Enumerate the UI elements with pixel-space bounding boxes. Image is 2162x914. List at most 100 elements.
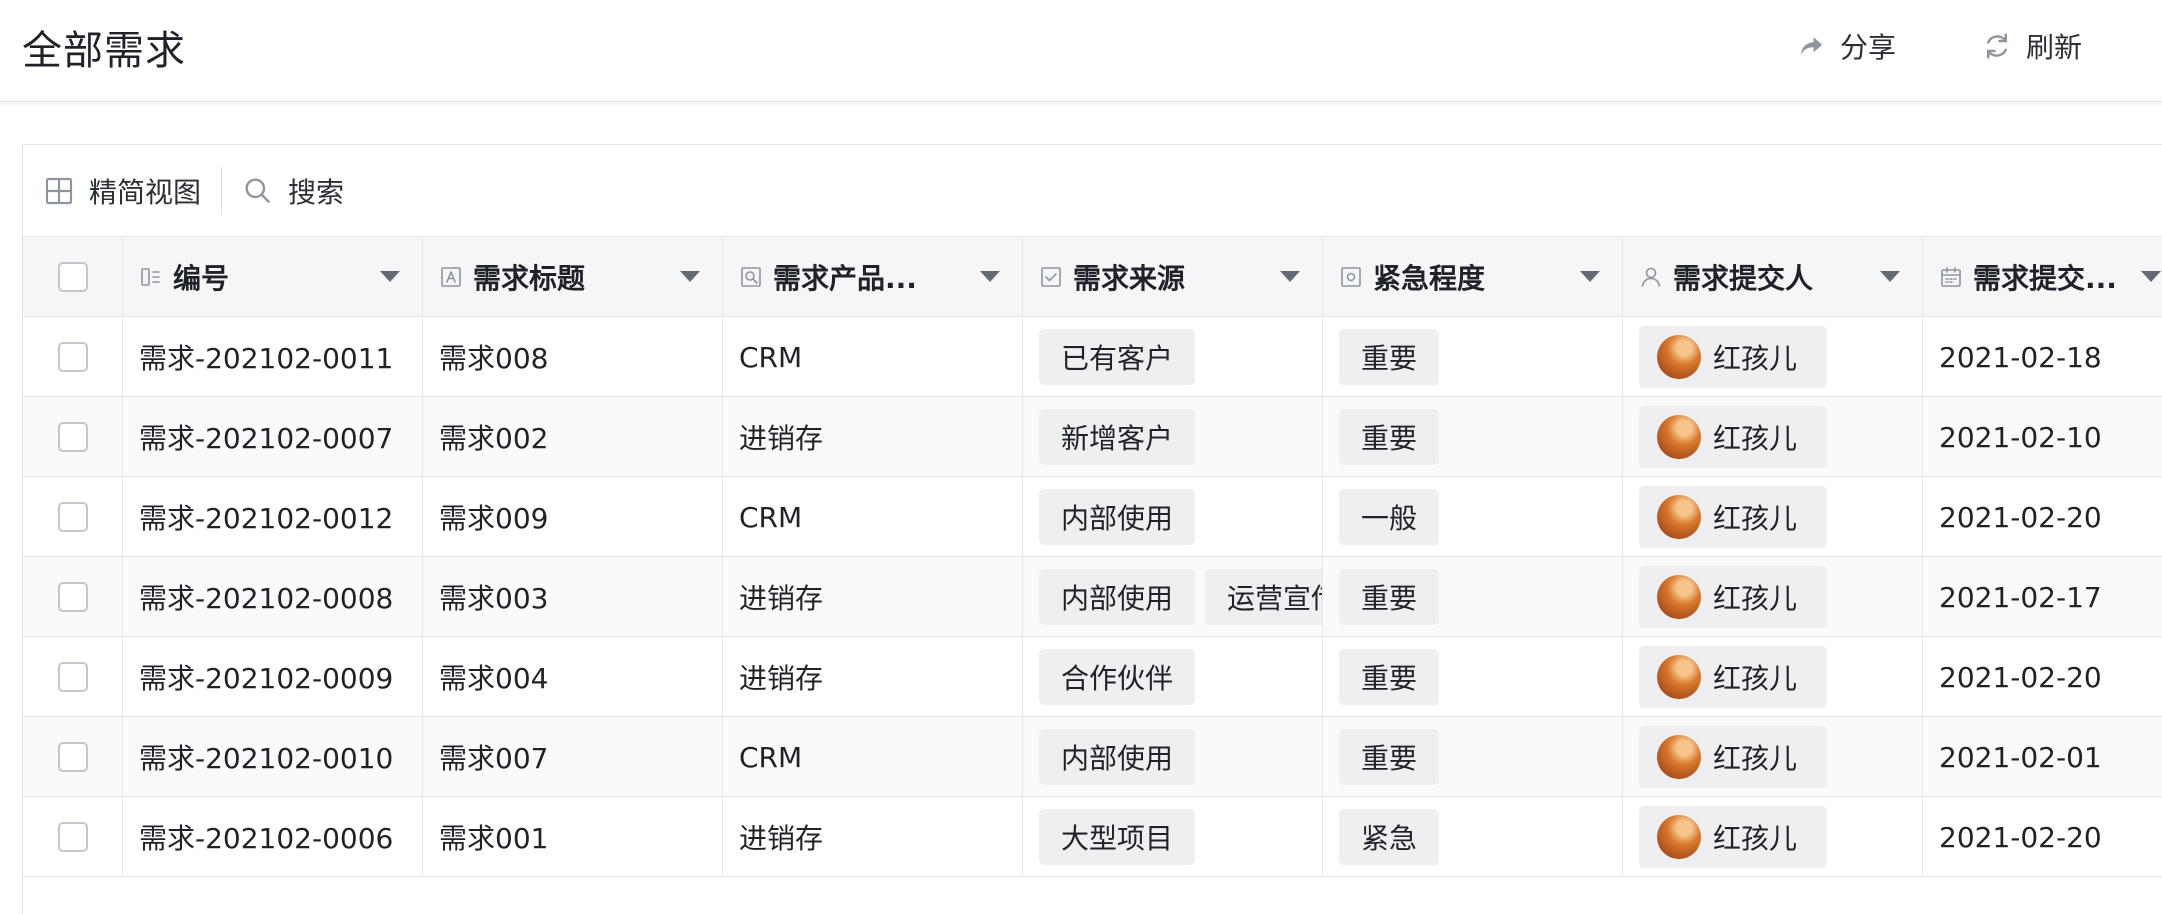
urgency-cell[interactable]: 重要 <box>1323 557 1623 637</box>
column-header[interactable]: 需求提交人 <box>1623 237 1923 317</box>
urgency-cell[interactable]: 紧急 <box>1323 797 1623 877</box>
source-cell[interactable]: 内部使用 <box>1023 717 1323 797</box>
urgency-tag: 重要 <box>1339 649 1440 705</box>
share-button[interactable]: 分享 <box>1796 24 1896 68</box>
title-cell[interactable]: 需求004 <box>423 637 723 717</box>
column-header[interactable]: 编号 <box>123 237 423 317</box>
submitter-cell[interactable]: 红孩儿 <box>1623 317 1923 397</box>
share-icon <box>1801 37 1823 55</box>
chevron-down-icon[interactable] <box>680 271 700 282</box>
row-checkbox[interactable] <box>57 662 88 692</box>
row-checkbox[interactable] <box>57 502 88 532</box>
chevron-down-icon[interactable] <box>2141 271 2161 282</box>
row-checkbox[interactable] <box>57 582 88 612</box>
product-cell[interactable]: 进销存 <box>723 557 1023 637</box>
date-cell[interactable]: 2021-02-20 <box>1923 477 2162 557</box>
date-cell[interactable]: 2021-02-18 <box>1923 317 2162 397</box>
id-cell[interactable]: 需求-202102-0007 <box>123 397 423 477</box>
column-header[interactable]: 需求产品... <box>723 237 1023 317</box>
search-button[interactable]: 搜索 <box>242 171 344 211</box>
id-cell[interactable]: 需求-202102-0010 <box>123 717 423 797</box>
title-cell[interactable]: 需求009 <box>423 477 723 557</box>
row-select-cell <box>23 797 123 877</box>
id-cell[interactable]: 需求-202102-0006 <box>123 797 423 877</box>
row-checkbox[interactable] <box>57 422 88 452</box>
user-tag: 红孩儿 <box>1639 646 1828 708</box>
row-select-cell <box>23 717 123 797</box>
table-row[interactable]: 需求-202102-0006 需求001 进销存 大型项目 紧急 红孩儿 2021-02-2… <box>23 797 2162 877</box>
urgency-cell[interactable]: 一般 <box>1323 477 1623 557</box>
source-cell[interactable]: 已有客户 <box>1023 317 1323 397</box>
chevron-down-icon[interactable] <box>1880 271 1900 282</box>
product-cell[interactable]: CRM <box>723 317 1023 397</box>
urgency-cell[interactable]: 重要 <box>1323 397 1623 477</box>
chevron-down-icon[interactable] <box>980 271 1000 282</box>
date-cell[interactable]: 2021-02-17 <box>1923 557 2162 637</box>
title-cell[interactable]: 需求003 <box>423 557 723 637</box>
product-cell[interactable]: 进销存 <box>723 797 1023 877</box>
source-cell[interactable]: 新增客户 <box>1023 397 1323 477</box>
table-row[interactable]: 需求-202102-0007 需求002 进销存 新增客户 重要 红孩儿 2021-02-1… <box>23 397 2162 477</box>
date-cell[interactable]: 2021-02-20 <box>1923 797 2162 877</box>
source-tag: 内部使用 <box>1039 569 1196 625</box>
column-header[interactable]: 需求提交... <box>1923 237 2162 317</box>
person-icon <box>1641 267 1661 287</box>
data-table: 编号 需求标题 需求产品... 需求来源 紧急程度 需求提交人 需求提交... 需求-202… <box>23 237 2162 877</box>
submitter-cell[interactable]: 红孩儿 <box>1623 477 1923 557</box>
source-cell[interactable]: 大型项目 <box>1023 797 1323 877</box>
product-cell[interactable]: CRM <box>723 717 1023 797</box>
submitter-cell[interactable]: 红孩儿 <box>1623 637 1923 717</box>
column-header[interactable]: 紧急程度 <box>1323 237 1623 317</box>
submitter-cell[interactable]: 红孩儿 <box>1623 717 1923 797</box>
table-row[interactable]: 需求-202102-0008 需求003 进销存 内部使用运营宣传重要 红孩儿 2021-… <box>23 557 2162 637</box>
title-cell[interactable]: 需求001 <box>423 797 723 877</box>
row-checkbox[interactable] <box>57 342 88 372</box>
date-cell[interactable]: 2021-02-20 <box>1923 637 2162 717</box>
product-cell[interactable]: 进销存 <box>723 397 1023 477</box>
column-header[interactable]: 需求标题 <box>423 237 723 317</box>
title-cell[interactable]: 需求008 <box>423 317 723 397</box>
view-label: 精简视图 <box>89 175 202 209</box>
lookup-icon <box>741 267 761 287</box>
date-cell[interactable]: 2021-02-10 <box>1923 397 2162 477</box>
table-row[interactable]: 需求-202102-0010 需求007 CRM 内部使用 重要 红孩儿 2021-02-0… <box>23 717 2162 797</box>
submitter-cell[interactable]: 红孩儿 <box>1623 397 1923 477</box>
title-cell[interactable]: 需求002 <box>423 397 723 477</box>
id-cell[interactable]: 需求-202102-0011 <box>123 317 423 397</box>
submitter-cell[interactable]: 红孩儿 <box>1623 557 1923 637</box>
row-select-cell <box>23 477 123 557</box>
product-cell[interactable]: CRM <box>723 477 1023 557</box>
id-cell[interactable]: 需求-202102-0008 <box>123 557 423 637</box>
product-value: CRM <box>739 340 803 374</box>
table-row[interactable]: 需求-202102-0012 需求009 CRM 内部使用 一般 红孩儿 2021-02-2… <box>23 477 2162 557</box>
urgency-cell[interactable]: 重要 <box>1323 317 1623 397</box>
source-cell[interactable]: 内部使用 <box>1023 477 1323 557</box>
row-checkbox[interactable] <box>57 742 88 772</box>
source-cell[interactable]: 合作伙伴 <box>1023 637 1323 717</box>
urgency-cell[interactable]: 重要 <box>1323 717 1623 797</box>
refresh-button[interactable]: 刷新 <box>1982 24 2082 68</box>
column-header[interactable]: 需求来源 <box>1023 237 1323 317</box>
urgency-cell[interactable]: 重要 <box>1323 637 1623 717</box>
avatar <box>1657 415 1701 459</box>
submitter-cell[interactable]: 红孩儿 <box>1623 797 1923 877</box>
id-cell[interactable]: 需求-202102-0012 <box>123 477 423 557</box>
chevron-down-icon[interactable] <box>380 271 400 282</box>
id-cell[interactable]: 需求-202102-0009 <box>123 637 423 717</box>
source-tag: 内部使用 <box>1039 729 1196 785</box>
table-row[interactable]: 需求-202102-0011 需求008 CRM 已有客户 重要 红孩儿 2021-02-1… <box>23 317 2162 397</box>
chevron-down-icon[interactable] <box>1280 271 1300 282</box>
title-cell[interactable]: 需求007 <box>423 717 723 797</box>
chevron-down-icon[interactable] <box>1580 271 1600 282</box>
date-cell[interactable]: 2021-02-01 <box>1923 717 2162 797</box>
select-all-checkbox[interactable] <box>57 262 88 292</box>
row-checkbox[interactable] <box>57 822 88 852</box>
source-cell[interactable]: 内部使用运营宣传 <box>1023 557 1323 637</box>
row-select-cell <box>23 317 123 397</box>
user-tag: 红孩儿 <box>1639 486 1828 548</box>
column-header-label: 需求标题 <box>473 262 586 295</box>
view-switch-button[interactable]: 精简视图 <box>23 171 201 211</box>
product-cell[interactable]: 进销存 <box>723 637 1023 717</box>
avatar <box>1657 335 1701 379</box>
table-row[interactable]: 需求-202102-0009 需求004 进销存 合作伙伴 重要 红孩儿 2021-02-2… <box>23 637 2162 717</box>
